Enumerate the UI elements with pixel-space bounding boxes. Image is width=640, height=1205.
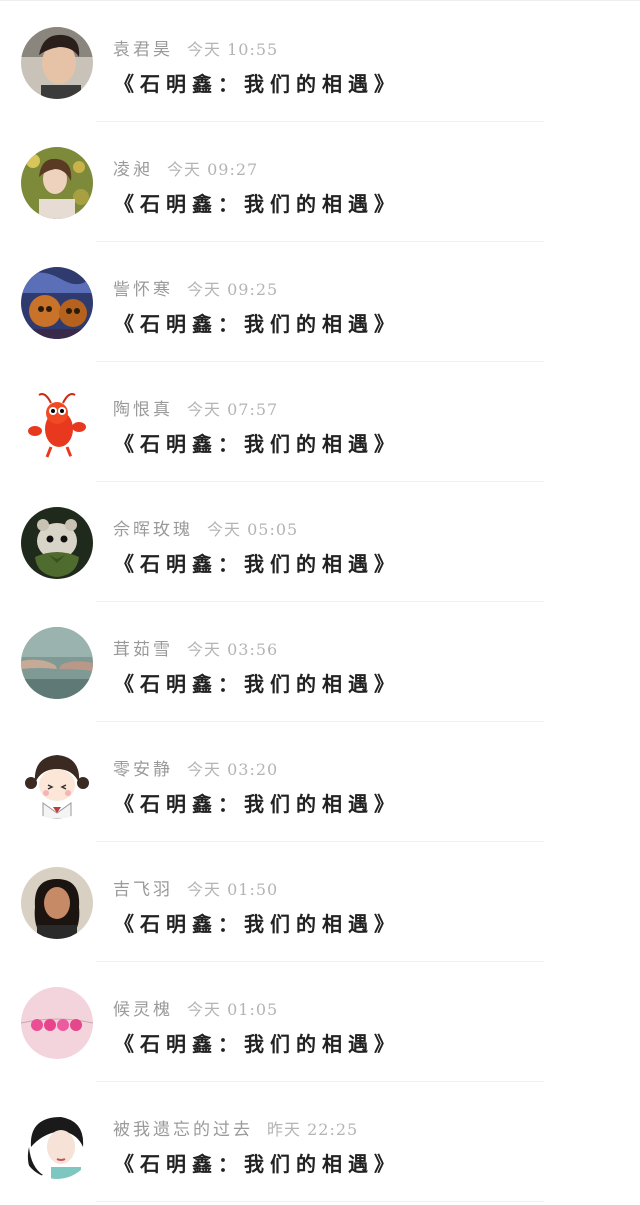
comment-username[interactable]: 茸茹雪 xyxy=(113,640,173,660)
comment-time: 今天 10:55 xyxy=(187,40,279,59)
comment-item[interactable]: 佘晖玫瑰 今天 05:05 《石明鑫：我们的相遇》 xyxy=(0,482,640,602)
comment-item[interactable]: 袁君昊 今天 10:55 《石明鑫：我们的相遇》 xyxy=(0,2,640,122)
comment-time: 昨天 22:25 xyxy=(267,1120,359,1139)
comment-text: 《石明鑫：我们的相遇》 xyxy=(114,672,400,696)
comment-item[interactable]: 被我遗忘的过去 昨天 22:25 《石明鑫：我们的相遇》 xyxy=(0,1082,640,1202)
comment-time: 今天 01:05 xyxy=(187,1000,279,1019)
comment-time: 今天 03:56 xyxy=(187,640,279,659)
comment-text: 《石明鑫：我们的相遇》 xyxy=(114,192,400,216)
comment-text: 《石明鑫：我们的相遇》 xyxy=(114,72,400,96)
comment-text: 《石明鑫：我们的相遇》 xyxy=(114,1032,400,1056)
cartoon-girl-avatar[interactable] xyxy=(21,747,93,819)
comment-time: 今天 01:50 xyxy=(187,880,279,899)
comment-username[interactable]: 陶恨真 xyxy=(113,400,173,420)
comment-item[interactable]: 候灵槐 今天 01:05 《石明鑫：我们的相遇》 xyxy=(0,962,640,1082)
comment-username[interactable]: 佘晖玫瑰 xyxy=(113,520,193,540)
comment-username[interactable]: 被我遗忘的过去 xyxy=(113,1120,253,1140)
comment-item[interactable]: 陶恨真 今天 07:57 《石明鑫：我们的相遇》 xyxy=(0,362,640,482)
hamster-avatar[interactable] xyxy=(21,507,93,579)
comment-username[interactable]: 凌昶 xyxy=(113,160,153,180)
divider xyxy=(96,1201,544,1202)
comment-username[interactable]: 訾怀寒 xyxy=(113,280,173,300)
comment-text: 《石明鑫：我们的相遇》 xyxy=(114,1152,400,1176)
lobster-cartoon-avatar[interactable] xyxy=(21,387,93,459)
comment-text: 《石明鑫：我们的相遇》 xyxy=(114,792,400,816)
pink-hearts-avatar[interactable] xyxy=(21,987,93,1059)
woman-drawing-avatar[interactable] xyxy=(21,1107,93,1179)
man-portrait-avatar[interactable] xyxy=(21,27,93,99)
comment-item[interactable]: 訾怀寒 今天 09:25 《石明鑫：我们的相遇》 xyxy=(0,242,640,362)
comment-text: 《石明鑫：我们的相遇》 xyxy=(114,912,400,936)
comment-time: 今天 09:27 xyxy=(167,160,259,179)
comment-time: 今天 03:20 xyxy=(187,760,279,779)
girl-flowers-avatar[interactable] xyxy=(21,147,93,219)
comment-item[interactable]: 凌昶 今天 09:27 《石明鑫：我们的相遇》 xyxy=(0,122,640,242)
comment-text: 《石明鑫：我们的相遇》 xyxy=(114,432,400,456)
comment-username[interactable]: 零安静 xyxy=(113,760,173,780)
comment-username[interactable]: 候灵槐 xyxy=(113,1000,173,1020)
comment-item[interactable]: 吉飞羽 今天 01:50 《石明鑫：我们的相遇》 xyxy=(0,842,640,962)
comment-text: 《石明鑫：我们的相遇》 xyxy=(114,552,400,576)
comment-username[interactable]: 袁君昊 xyxy=(113,40,173,60)
comment-item[interactable]: 茸茹雪 今天 03:56 《石明鑫：我们的相遇》 xyxy=(0,602,640,722)
comment-time: 今天 09:25 xyxy=(187,280,279,299)
woman-photo-avatar[interactable] xyxy=(21,867,93,939)
comment-username[interactable]: 吉飞羽 xyxy=(113,880,173,900)
painted-art-avatar[interactable] xyxy=(21,267,93,339)
comment-time: 今天 05:05 xyxy=(207,520,299,539)
comment-time: 今天 07:57 xyxy=(187,400,279,419)
comment-item[interactable]: 零安静 今天 03:20 《石明鑫：我们的相遇》 xyxy=(0,722,640,842)
hands-rain-avatar[interactable] xyxy=(21,627,93,699)
comment-text: 《石明鑫：我们的相遇》 xyxy=(114,312,400,336)
